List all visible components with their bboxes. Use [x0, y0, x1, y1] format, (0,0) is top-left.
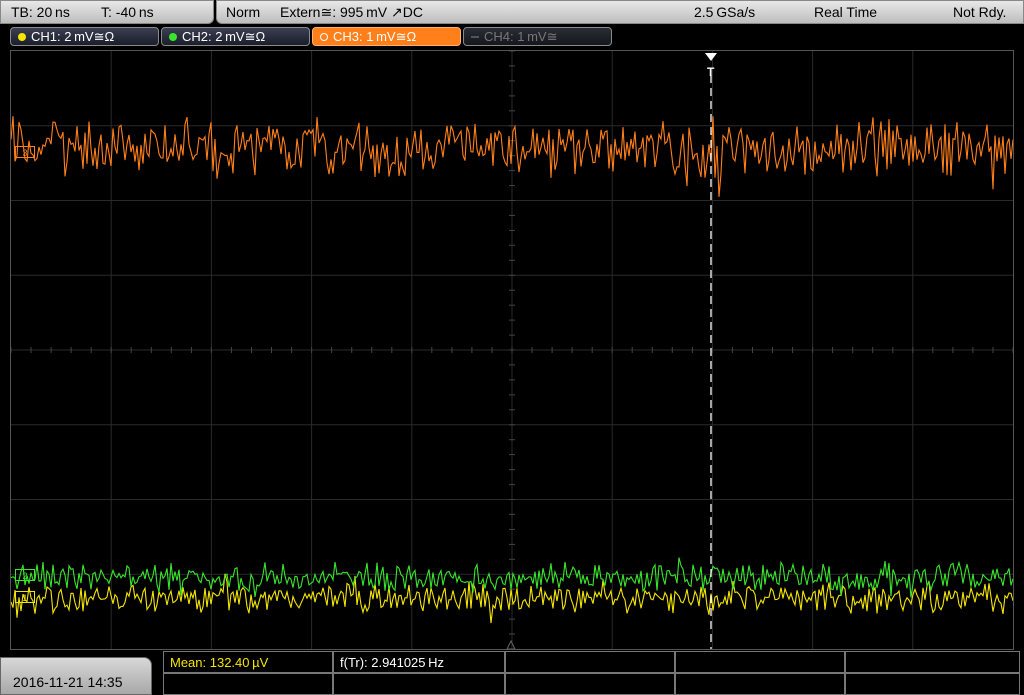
tab-ch1[interactable]: CH1: 2 mV≅Ω — [10, 27, 159, 46]
ch1-label: CH1: 2 mV≅Ω — [31, 29, 115, 44]
trigger-label: T — [707, 65, 715, 79]
measurement-empty-cell[interactable] — [505, 651, 675, 673]
acquisition-mode: Real Time — [814, 4, 878, 20]
bottom-bar: 2016-11-21 14:35 Mean: 132.40 µV f(Tr): … — [0, 651, 1024, 695]
ch2-level-marker[interactable]: 2 — [15, 569, 35, 581]
acquisition-status: Not Rdy. — [953, 4, 1007, 20]
measurement-empty-cell[interactable] — [845, 673, 1020, 695]
measurement-empty-cell[interactable] — [333, 673, 505, 695]
center-marker-icon — [506, 639, 516, 649]
timebase-value: TB: 20 ns — [11, 4, 70, 20]
ch1-level-marker[interactable]: 1 — [15, 591, 35, 603]
measurement-empty-cell[interactable] — [163, 673, 333, 695]
measurement-mean: Mean: 132.40 µV — [170, 655, 269, 670]
ch3-label: CH3: 1 mV≅Ω — [333, 29, 417, 44]
ch3-indicator-icon — [320, 33, 328, 41]
measurement-empty-cell[interactable] — [845, 651, 1020, 673]
status-bar: TB: 20 ns T: -40 ns Norm Extern≅: 995 mV… — [0, 0, 1024, 26]
waveform-canvas — [11, 51, 1013, 649]
trigger-panel[interactable]: Norm Extern≅: 995 mV ↗DC 2.5 GSa/s Real … — [216, 0, 1024, 24]
ch4-label: CH4: 1 mV≅ — [484, 29, 558, 44]
waveform-display[interactable]: T 3 2 1 — [10, 50, 1014, 650]
trigger-mode: Norm — [226, 4, 261, 20]
trigger-time-value: T: -40 ns — [101, 4, 154, 20]
measurement-empty-cell[interactable] — [675, 673, 845, 695]
datetime-label: 2016-11-21 14:35 — [13, 674, 123, 690]
trigger-source: Extern≅: 995 mV ↗DC — [280, 4, 423, 20]
measurement-empty-cell[interactable] — [675, 651, 845, 673]
sample-rate: 2.5 GSa/s — [694, 4, 756, 20]
tab-ch4[interactable]: CH4: 1 mV≅ — [463, 27, 612, 46]
trigger-position-icon — [705, 53, 717, 61]
datetime-panel: 2016-11-21 14:35 — [0, 657, 152, 695]
ch1-indicator-icon — [18, 33, 26, 41]
measurement-freq-cell[interactable]: f(Tr): 2.941025 Hz — [333, 651, 505, 673]
measurement-frequency: f(Tr): 2.941025 Hz — [340, 655, 444, 670]
measurement-mean-cell[interactable]: Mean: 132.40 µV — [163, 651, 333, 673]
measurement-table: Mean: 132.40 µV f(Tr): 2.941025 Hz — [163, 651, 1024, 695]
ch2-label: CH2: 2 mV≅Ω — [182, 29, 266, 44]
ch2-indicator-icon — [169, 33, 177, 41]
timebase-panel[interactable]: TB: 20 ns T: -40 ns — [0, 0, 214, 24]
tab-ch2[interactable]: CH2: 2 mV≅Ω — [161, 27, 310, 46]
ch4-indicator-icon — [471, 36, 479, 38]
measurement-empty-cell[interactable] — [505, 673, 675, 695]
ch3-level-marker[interactable]: 3 — [15, 146, 35, 158]
tab-ch3[interactable]: CH3: 1 mV≅Ω — [312, 27, 461, 46]
